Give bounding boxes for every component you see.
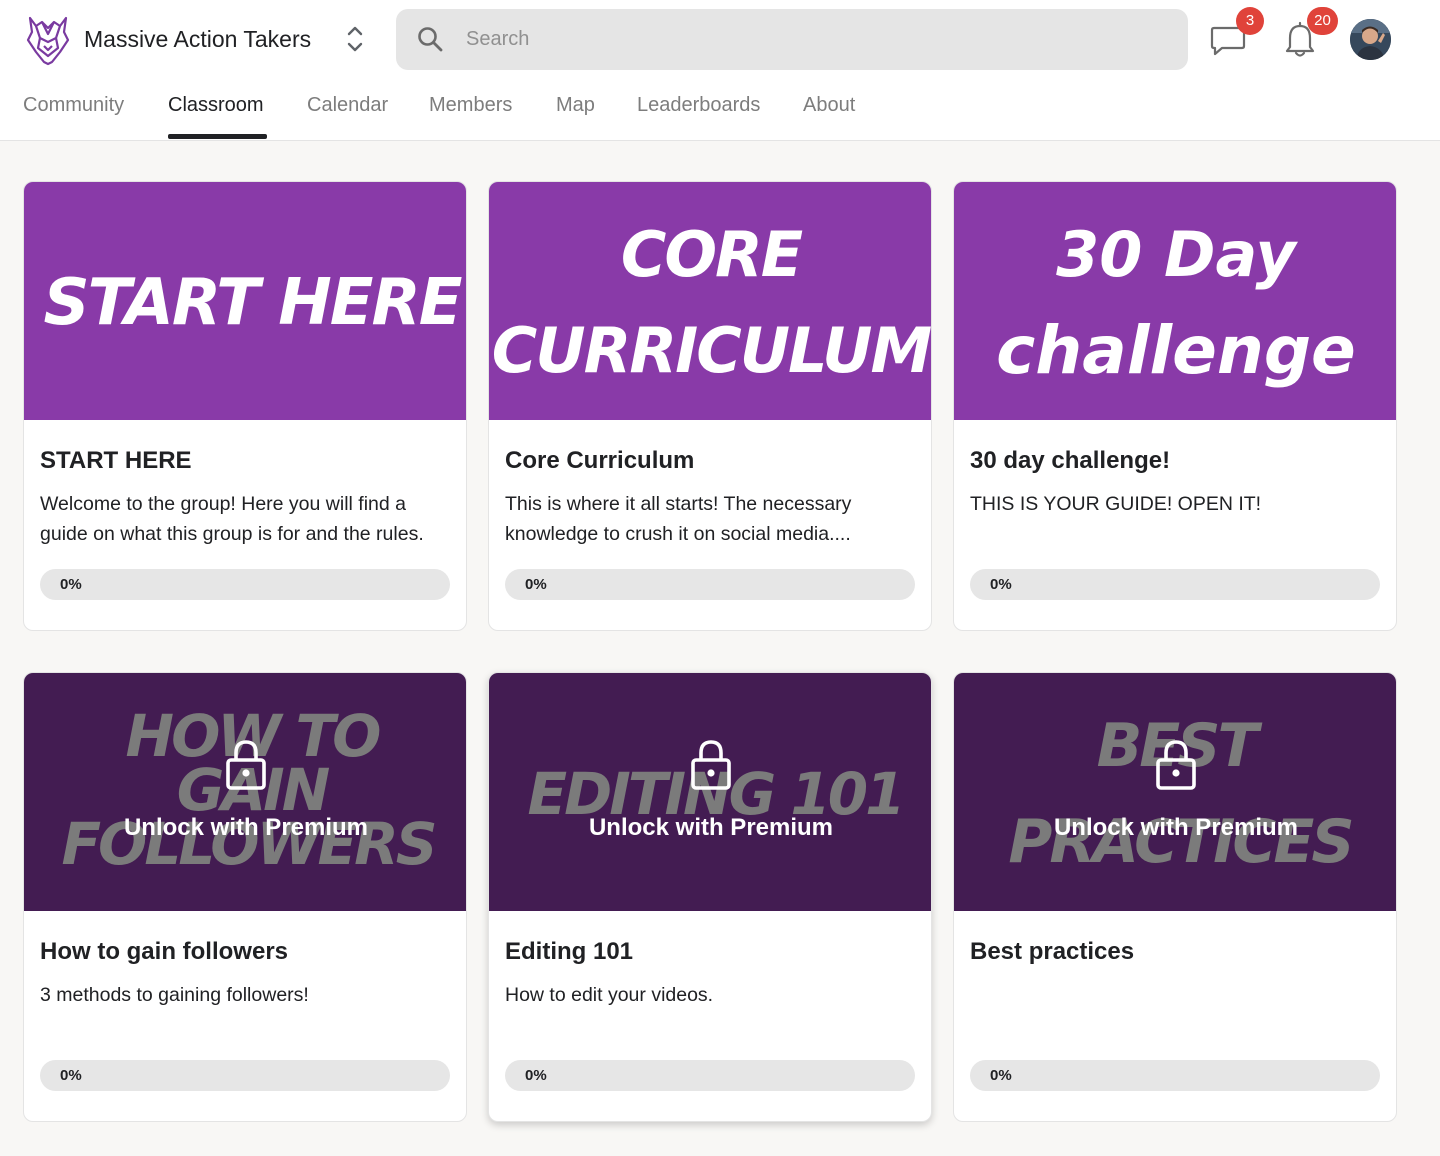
unlock-with-premium-label: Unlock with Premium <box>588 814 834 841</box>
progress-label: 0% <box>60 1067 82 1084</box>
course-title: START HERE <box>40 447 192 474</box>
course-card-core-curriculum[interactable]: CORE CURRICULUM Core Curriculum This is … <box>488 181 932 631</box>
tab-leaderboards[interactable]: Leaderboards <box>637 93 760 117</box>
tab-members[interactable]: Members <box>429 93 512 117</box>
active-tab-indicator <box>168 134 267 139</box>
course-progress-bar: 0% <box>505 1060 915 1091</box>
user-avatar[interactable] <box>1350 19 1391 60</box>
tab-classroom[interactable]: Classroom <box>168 93 264 117</box>
course-title: 30 day challenge! <box>970 447 1171 474</box>
progress-label: 0% <box>990 1067 1012 1084</box>
course-cover: BEST PRACTICES Unlock with Premium <box>954 673 1396 911</box>
lock-icon <box>226 740 266 790</box>
avatar-photo-icon <box>1350 19 1391 60</box>
course-description: This is where it all starts! The necessa… <box>505 493 852 545</box>
course-title: How to gain followers <box>40 938 289 965</box>
progress-label: 0% <box>525 576 547 593</box>
search-input[interactable] <box>466 23 1146 55</box>
course-card-best-practices[interactable]: BEST PRACTICES Unlock with Premium Best … <box>953 672 1397 1122</box>
course-title: Editing 101 <box>505 938 634 965</box>
top-header: Massive Action Takers 3 20 Community Cla… <box>0 0 1440 141</box>
lock-icon <box>691 740 731 790</box>
cover-text-line-1: CORE <box>620 218 803 291</box>
course-title: Core Curriculum <box>505 447 695 474</box>
cover-text-line-2: CURRICULUM <box>491 314 931 387</box>
notification-count-badge: 20 <box>1307 7 1338 35</box>
course-card-start-here[interactable]: START HERE START HERE Welcome to the gro… <box>23 181 467 631</box>
unlock-with-premium-label: Unlock with Premium <box>1053 814 1299 841</box>
tab-community[interactable]: Community <box>23 93 124 117</box>
main-nav-tabs: Community Classroom Calendar Members Map… <box>0 82 1000 140</box>
unlock-with-premium-label: Unlock with Premium <box>123 814 369 841</box>
course-cover: HOW TO GAIN FOLLOWERS Unlock with Premiu… <box>24 673 466 911</box>
course-cover: CORE CURRICULUM <box>489 182 931 420</box>
course-description: 3 methods to gaining followers! <box>40 984 309 1006</box>
cover-text-line-2: challenge <box>996 312 1356 389</box>
course-title: Best practices <box>970 938 1135 965</box>
course-progress-bar: 0% <box>505 569 915 600</box>
course-description: THIS IS YOUR GUIDE! OPEN IT! <box>970 493 1262 515</box>
course-description: Welcome to the group! Here you will find… <box>40 493 424 545</box>
chat-count-badge: 3 <box>1236 7 1264 35</box>
cover-text-line-1: 30 Day <box>1056 218 1296 291</box>
course-cover: EDITING 101 Unlock with Premium <box>489 673 931 911</box>
search-bar[interactable] <box>396 9 1188 70</box>
group-logo-icon[interactable] <box>22 12 74 66</box>
group-name[interactable]: Massive Action Takers <box>84 24 311 54</box>
tab-map[interactable]: Map <box>556 93 595 117</box>
search-icon <box>418 27 443 52</box>
lock-icon <box>1156 740 1196 790</box>
course-card-30-day-challenge[interactable]: 30 Day challenge 30 day challenge! THIS … <box>953 181 1397 631</box>
tab-calendar[interactable]: Calendar <box>307 93 388 117</box>
course-description: How to edit your videos. <box>505 984 714 1006</box>
progress-label: 0% <box>60 576 82 593</box>
course-cover: START HERE <box>24 182 466 420</box>
course-card-editing-101[interactable]: EDITING 101 Unlock with Premium Editing … <box>488 672 932 1122</box>
progress-label: 0% <box>990 576 1012 593</box>
course-progress-bar: 0% <box>970 1060 1380 1091</box>
course-progress-bar: 0% <box>40 569 450 600</box>
course-cover: 30 Day challenge <box>954 182 1396 420</box>
course-progress-bar: 0% <box>970 569 1380 600</box>
group-switcher-chevron-icon[interactable] <box>342 22 368 56</box>
tab-about[interactable]: About <box>803 93 855 117</box>
cover-text: START HERE <box>43 266 463 340</box>
course-card-how-to-gain-followers[interactable]: HOW TO GAIN FOLLOWERS Unlock with Premiu… <box>23 672 467 1122</box>
progress-label: 0% <box>525 1067 547 1084</box>
course-progress-bar: 0% <box>40 1060 450 1091</box>
